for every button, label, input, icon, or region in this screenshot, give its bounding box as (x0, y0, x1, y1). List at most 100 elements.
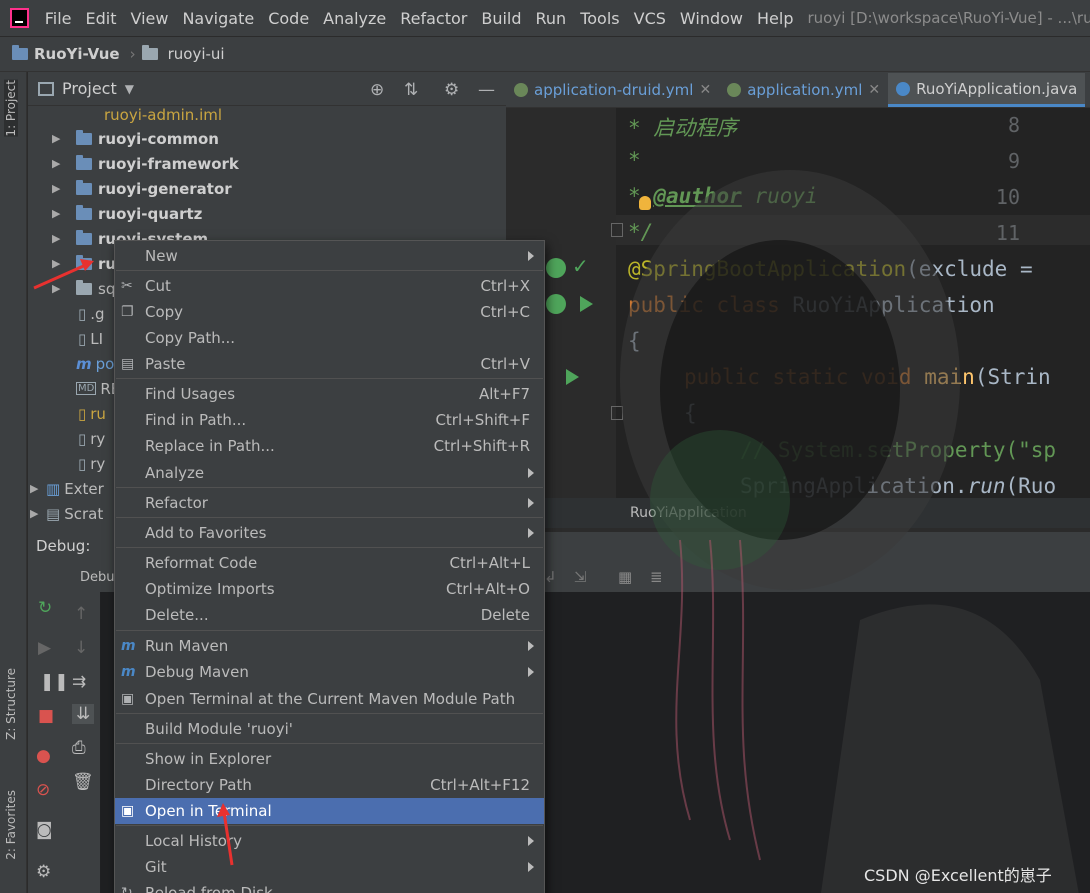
debug-tab[interactable]: Debu (80, 570, 115, 585)
menu-item-reload-from-disk[interactable]: ↻ Reload from Disk (115, 880, 544, 893)
wrap-icon[interactable]: ⇉ (72, 672, 86, 692)
menu-item-refactor[interactable]: Refactor (115, 490, 544, 516)
view-breakpoints-icon[interactable]: ● (36, 746, 51, 766)
menu-item-directory-path[interactable]: Directory Path Ctrl+Alt+F12 (115, 772, 544, 798)
collapse-all-icon[interactable]: ⇅ (404, 80, 418, 100)
gear-icon[interactable]: ⚙ (444, 80, 459, 100)
tree-item[interactable]: ▶ ruoyi-common (52, 126, 219, 151)
run-main-icon[interactable] (566, 369, 579, 385)
project-panel-title[interactable]: Project (62, 79, 117, 98)
menu-item-copy[interactable]: ❐ Copy Ctrl+C (115, 299, 544, 325)
check-icon[interactable]: ✓ (572, 254, 589, 278)
tree-item[interactable]: ▯ .g (78, 301, 105, 326)
menu-item-reformat-code[interactable]: Reformat Code Ctrl+Alt+L (115, 550, 544, 576)
expand-arrow-icon[interactable]: ▶ (52, 282, 66, 295)
tree-item[interactable]: ▶ ▥ Exter (30, 476, 104, 501)
expand-arrow-icon[interactable]: ▶ (30, 482, 44, 495)
menu-window[interactable]: Window (680, 9, 743, 28)
menu-item-run-maven[interactable]: m Run Maven (115, 633, 544, 659)
pause-icon[interactable]: ❚❚ (40, 672, 69, 692)
editor-breadcrumb[interactable]: RuoYiApplication (506, 498, 1090, 528)
menu-item-find-in-path[interactable]: Find in Path... Ctrl+Shift+F (115, 407, 544, 433)
trash-icon[interactable]: 🗑 (72, 772, 94, 792)
trace-icon[interactable]: ≣ (650, 568, 663, 586)
menu-item-debug-maven[interactable]: m Debug Maven (115, 659, 544, 685)
project-tool-tab[interactable]: 1: Project (4, 80, 18, 137)
menu-view[interactable]: View (130, 9, 168, 28)
expand-arrow-icon[interactable]: ▶ (52, 157, 66, 170)
expand-arrow-icon[interactable]: ▶ (52, 257, 66, 270)
menu-item-show-in-explorer[interactable]: Show in Explorer (115, 746, 544, 772)
evaluate-icon[interactable]: ▦ (618, 568, 632, 586)
expand-arrow-icon[interactable]: ▶ (52, 232, 66, 245)
tree-item[interactable]: ruoyi-admin.iml (104, 102, 222, 127)
close-icon[interactable]: ✕ (699, 82, 711, 98)
tab-application-yml[interactable]: application.yml ✕ (719, 73, 888, 107)
tab-application-druid-yml[interactable]: application-druid.yml ✕ (506, 73, 719, 107)
menu-item-cut[interactable]: ✂ Cut Ctrl+X (115, 273, 544, 299)
mute-breakpoints-icon[interactable]: ⊘ (36, 780, 50, 800)
breadcrumb-module[interactable]: ruoyi-ui (168, 45, 225, 63)
tree-item[interactable]: ▶ ruoyi-quartz (52, 201, 202, 226)
tree-item[interactable]: ▶ ruoyi-generator (52, 176, 232, 201)
menu-tools[interactable]: Tools (580, 9, 619, 28)
menu-help[interactable]: Help (757, 9, 793, 28)
menu-item-add-to-favorites[interactable]: Add to Favorites (115, 520, 544, 546)
menu-item-open-terminal-maven[interactable]: ▣ Open Terminal at the Current Maven Modu… (115, 686, 544, 712)
down-icon[interactable]: ↓ (74, 638, 88, 658)
fold-icon[interactable] (611, 406, 623, 420)
tree-item[interactable]: ▶ ▤ Scrat (30, 501, 103, 526)
tree-item[interactable]: ▯ ru (78, 401, 106, 426)
tab-ruoyiapplication-java[interactable]: RuoYiApplication.java (888, 73, 1086, 107)
run-class-icon[interactable] (580, 296, 593, 312)
stop-icon[interactable]: ■ (38, 706, 54, 726)
menu-item-find-usages[interactable]: Find Usages Alt+F7 (115, 381, 544, 407)
step-out-icon[interactable]: ↲ (544, 568, 557, 586)
minimize-icon[interactable]: — (478, 80, 495, 100)
close-icon[interactable]: ✕ (868, 82, 880, 98)
expand-arrow-icon[interactable]: ▶ (52, 207, 66, 220)
structure-tool-tab[interactable]: Z: Structure (4, 668, 18, 740)
menu-item-git[interactable]: Git (115, 854, 544, 880)
expand-arrow-icon[interactable]: ▶ (30, 507, 44, 520)
camera-icon[interactable]: ◙ (36, 820, 53, 840)
menu-item-delete[interactable]: Delete... Delete (115, 602, 544, 628)
menu-item-optimize-imports[interactable]: Optimize Imports Ctrl+Alt+O (115, 576, 544, 602)
resume-icon[interactable]: ▶ (38, 638, 51, 658)
rerun-icon[interactable]: ↻ (38, 598, 52, 618)
locate-icon[interactable]: ⊕ (370, 80, 384, 100)
menu-build[interactable]: Build (481, 9, 521, 28)
menu-item-paste[interactable]: ▤ Paste Ctrl+V (115, 351, 544, 377)
settings-icon[interactable]: ⚙ (36, 862, 51, 882)
code-editor[interactable]: 8 9 10 11 ✓ * 启动程序 * * @author ruoyi */ … (506, 108, 1090, 498)
breadcrumb-project[interactable]: RuoYi-Vue (34, 45, 120, 63)
spring-bean-icon[interactable] (546, 258, 566, 278)
run-to-cursor-icon[interactable]: ⇲ (574, 568, 587, 586)
chevron-down-icon[interactable]: ▼ (125, 82, 134, 96)
menu-run[interactable]: Run (536, 9, 567, 28)
menu-vcs[interactable]: VCS (634, 9, 666, 28)
print-icon[interactable]: ⎙ (72, 738, 86, 758)
menu-item-local-history[interactable]: Local History (115, 828, 544, 854)
tree-item[interactable]: m po (76, 351, 114, 376)
scroll-to-end-icon[interactable]: ⇊ (72, 704, 95, 724)
menu-edit[interactable]: Edit (85, 9, 116, 28)
menu-item-replace-in-path[interactable]: Replace in Path... Ctrl+Shift+R (115, 433, 544, 459)
menu-analyze[interactable]: Analyze (323, 9, 386, 28)
spring-boot-icon[interactable] (546, 294, 566, 314)
tree-item[interactable]: ▯ LI (78, 326, 103, 351)
favorites-tool-tab[interactable]: 2: Favorites (4, 790, 18, 860)
menu-file[interactable]: File (45, 9, 72, 28)
menu-item-open-in-terminal[interactable]: ▣ Open in Terminal (115, 798, 544, 824)
menu-refactor[interactable]: Refactor (400, 9, 467, 28)
tree-item[interactable]: ▶ ru (52, 251, 116, 276)
tree-item[interactable]: ▶ ruoyi-framework (52, 151, 239, 176)
menu-item-copy-path[interactable]: Copy Path... (115, 325, 544, 351)
up-icon[interactable]: ↑ (74, 604, 88, 624)
menu-item-new[interactable]: New (115, 243, 544, 269)
expand-arrow-icon[interactable]: ▶ (52, 182, 66, 195)
tree-item[interactable]: ▯ ry (78, 426, 105, 451)
menu-item-analyze[interactable]: Analyze (115, 460, 544, 486)
fold-icon[interactable] (611, 223, 623, 237)
tree-item[interactable]: ▶ sq (52, 276, 115, 301)
